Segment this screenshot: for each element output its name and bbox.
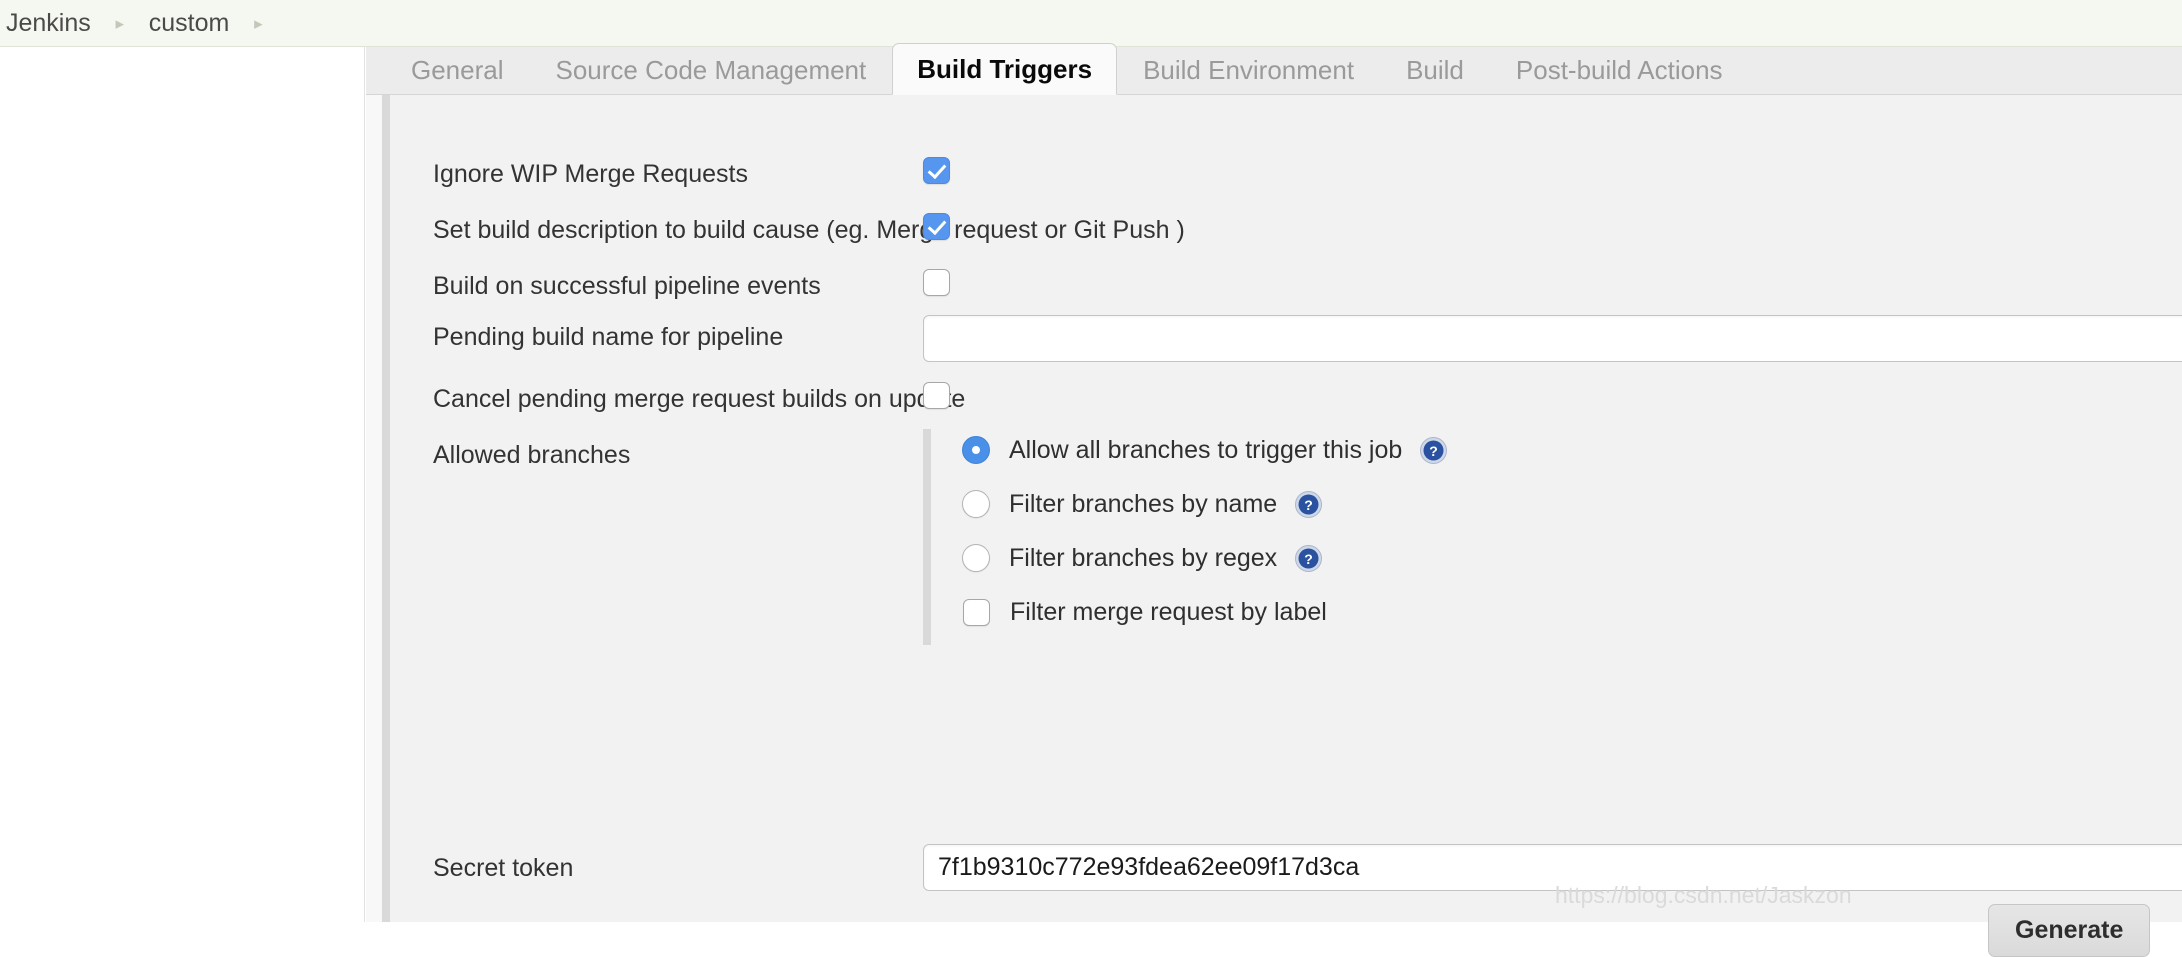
config-tab-bar: General Source Code Management Build Tri… xyxy=(366,43,2182,95)
allowed-branches-option-by-regex[interactable]: Filter branches by regex ? xyxy=(962,537,1447,579)
row-ignore-wip: Ignore WIP Merge Requests xyxy=(390,157,2182,189)
form-gutter-strip xyxy=(366,95,382,922)
cancel-pending-builds-checkbox[interactable] xyxy=(923,382,950,409)
allow-all-branches-radio[interactable] xyxy=(962,436,990,464)
build-on-pipeline-events-checkbox[interactable] xyxy=(923,269,950,296)
row-allowed-branches: Allowed branches Allow all branches to t… xyxy=(390,429,2182,645)
filter-branches-by-name-radio[interactable] xyxy=(962,490,990,518)
row-set-build-description: Set build description to build cause (eg… xyxy=(390,213,2182,245)
row-cancel-pending-builds: Cancel pending merge request builds on u… xyxy=(390,382,2182,414)
generate-secret-token-button[interactable]: Generate xyxy=(1988,904,2151,957)
allow-all-branches-help-icon[interactable]: ? xyxy=(1420,436,1448,464)
filter-branches-by-regex-label: Filter branches by regex xyxy=(1009,543,1278,572)
tab-source-code-management[interactable]: Source Code Management xyxy=(530,46,893,94)
svg-text:?: ? xyxy=(1304,551,1313,567)
breadcrumb-separator-icon: ▸ xyxy=(115,13,125,33)
tab-build-environment[interactable]: Build Environment xyxy=(1117,46,1380,94)
build-triggers-form: Ignore WIP Merge Requests Set build desc… xyxy=(366,95,2182,957)
tab-build[interactable]: Build xyxy=(1380,46,1490,94)
pending-build-name-input[interactable] xyxy=(923,315,2182,362)
breadcrumb-item-jenkins[interactable]: Jenkins xyxy=(0,9,97,38)
allowed-branches-option-merge-label[interactable]: Filter merge request by label xyxy=(962,591,1447,633)
filter-branches-by-name-label: Filter branches by name xyxy=(1009,489,1278,518)
tab-general[interactable]: General xyxy=(385,46,530,94)
allowed-branches-option-all[interactable]: Allow all branches to trigger this job ? xyxy=(962,429,1448,471)
breadcrumb: Jenkins ▸ custom ▸ xyxy=(0,0,2182,47)
filter-branches-by-regex-radio[interactable] xyxy=(962,544,990,572)
filter-merge-request-by-label-label: Filter merge request by label xyxy=(1010,597,1327,626)
allow-all-branches-label: Allow all branches to trigger this job xyxy=(1009,435,1403,464)
config-content-region: General Source Code Management Build Tri… xyxy=(366,43,2182,957)
row-label-cancel-pending-builds: Cancel pending merge request builds on u… xyxy=(433,385,966,413)
ignore-wip-checkbox[interactable] xyxy=(923,157,950,184)
svg-text:?: ? xyxy=(1304,497,1313,513)
allowed-branches-option-by-name[interactable]: Filter branches by name ? xyxy=(962,483,1447,525)
row-pending-build-name: Pending build name for pipeline ? xyxy=(390,315,2182,362)
row-label-set-build-description: Set build description to build cause (eg… xyxy=(433,216,1185,244)
filter-branches-by-regex-help-icon[interactable]: ? xyxy=(1295,544,1323,572)
svg-text:?: ? xyxy=(1429,443,1438,459)
allowed-branches-option-group: Allow all branches to trigger this job ?… xyxy=(923,429,1448,645)
row-label-ignore-wip: Ignore WIP Merge Requests xyxy=(433,160,748,188)
row-label-allowed-branches: Allowed branches xyxy=(433,441,631,469)
tab-build-triggers[interactable]: Build Triggers xyxy=(892,43,1118,95)
filter-merge-request-by-label-checkbox[interactable] xyxy=(963,598,990,626)
breadcrumb-separator-icon: ▸ xyxy=(254,13,263,33)
breadcrumb-item-custom[interactable]: custom xyxy=(143,9,236,38)
row-label-build-on-pipeline-events: Build on successful pipeline events xyxy=(433,272,821,300)
left-sidebar-panel xyxy=(0,47,365,922)
row-build-on-pipeline-events: Build on successful pipeline events xyxy=(390,269,2182,301)
form-gutter-rule xyxy=(382,95,390,922)
row-label-secret-token: Secret token xyxy=(433,854,574,882)
row-secret-token: Secret token ? xyxy=(390,844,2182,891)
set-build-description-checkbox[interactable] xyxy=(923,213,950,240)
filter-branches-by-name-help-icon[interactable]: ? xyxy=(1295,490,1323,518)
secret-token-input[interactable] xyxy=(923,844,2182,891)
row-label-pending-build-name: Pending build name for pipeline xyxy=(433,323,784,351)
tab-post-build-actions[interactable]: Post-build Actions xyxy=(1490,46,1749,94)
